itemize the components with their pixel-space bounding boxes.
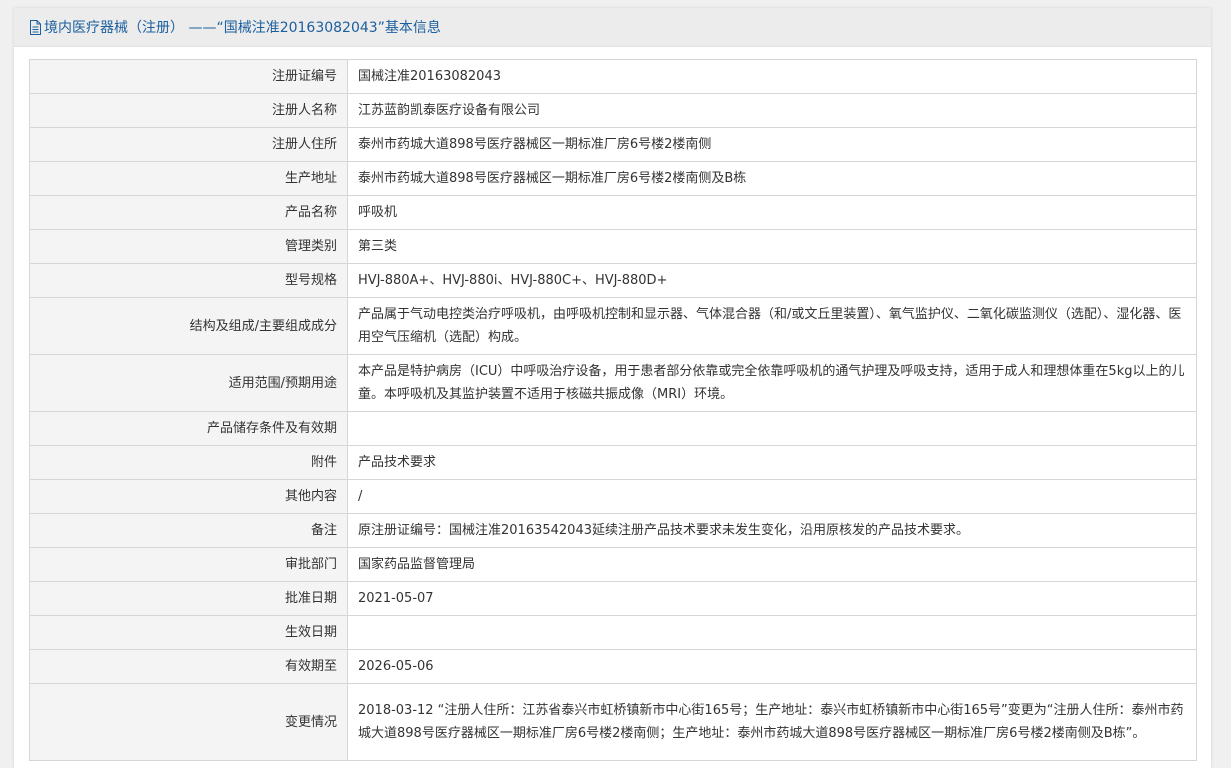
table-row: 注册证编号 国械注准20163082043 bbox=[29, 59, 1197, 94]
table-row: 注册人名称 江苏蓝韵凯泰医疗设备有限公司 bbox=[29, 93, 1197, 128]
row-value: 2021-05-07 bbox=[347, 581, 1197, 616]
info-table: 注册证编号 国械注准20163082043 注册人名称 江苏蓝韵凯泰医疗设备有限… bbox=[29, 59, 1197, 761]
row-value: 2026-05-06 bbox=[347, 649, 1197, 684]
row-value bbox=[347, 615, 1197, 650]
table-row: 附件 产品技术要求 bbox=[29, 445, 1197, 480]
table-row: 型号规格 HVJ-880A+、HVJ-880i、HVJ-880C+、HVJ-88… bbox=[29, 263, 1197, 298]
table-row: 注册人住所 泰州市药城大道898号医疗器械区一期标准厂房6号楼2楼南侧 bbox=[29, 127, 1197, 162]
row-value: 产品技术要求 bbox=[347, 445, 1197, 480]
table-row: 产品名称 呼吸机 bbox=[29, 195, 1197, 230]
row-label: 其他内容 bbox=[29, 479, 348, 514]
row-label: 批准日期 bbox=[29, 581, 348, 616]
row-value: 产品属于气动电控类治疗呼吸机，由呼吸机控制和显示器、气体混合器（和/或文丘里装置… bbox=[347, 297, 1197, 355]
row-label: 注册证编号 bbox=[29, 59, 348, 94]
table-row: 生产地址 泰州市药城大道898号医疗器械区一期标准厂房6号楼2楼南侧及B栋 bbox=[29, 161, 1197, 196]
panel-header: 境内医疗器械（注册） ——“国械注准20163082043”基本信息 bbox=[14, 8, 1211, 47]
row-value: 本产品是特护病房（ICU）中呼吸治疗设备，用于患者部分依靠或完全依靠呼吸机的通气… bbox=[347, 354, 1197, 412]
table-row: 生效日期 bbox=[29, 615, 1197, 650]
row-label: 注册人名称 bbox=[29, 93, 348, 128]
row-label: 管理类别 bbox=[29, 229, 348, 264]
row-value: 原注册证编号：国械注准20163542043延续注册产品技术要求未发生变化，沿用… bbox=[347, 513, 1197, 548]
info-panel: 境内医疗器械（注册） ——“国械注准20163082043”基本信息 注册证编号… bbox=[14, 8, 1211, 768]
row-label: 有效期至 bbox=[29, 649, 348, 684]
row-label: 生产地址 bbox=[29, 161, 348, 196]
row-label: 型号规格 bbox=[29, 263, 348, 298]
table-row: 结构及组成/主要组成成分 产品属于气动电控类治疗呼吸机，由呼吸机控制和显示器、气… bbox=[29, 297, 1197, 355]
row-label: 变更情况 bbox=[29, 683, 348, 761]
row-value: 第三类 bbox=[347, 229, 1197, 264]
row-value: 江苏蓝韵凯泰医疗设备有限公司 bbox=[347, 93, 1197, 128]
table-row: 备注 原注册证编号：国械注准20163542043延续注册产品技术要求未发生变化… bbox=[29, 513, 1197, 548]
row-label: 产品储存条件及有效期 bbox=[29, 411, 348, 446]
row-label: 结构及组成/主要组成成分 bbox=[29, 297, 348, 355]
row-value: 国械注准20163082043 bbox=[347, 59, 1197, 94]
table-row: 管理类别 第三类 bbox=[29, 229, 1197, 264]
row-value: / bbox=[347, 479, 1197, 514]
table-row: 批准日期 2021-05-07 bbox=[29, 581, 1197, 616]
row-value: 泰州市药城大道898号医疗器械区一期标准厂房6号楼2楼南侧 bbox=[347, 127, 1197, 162]
row-value: HVJ-880A+、HVJ-880i、HVJ-880C+、HVJ-880D+ bbox=[347, 263, 1197, 298]
row-value: 呼吸机 bbox=[347, 195, 1197, 230]
row-value: 2018-03-12 “注册人住所：江苏省泰兴市虹桥镇新市中心街165号；生产地… bbox=[347, 683, 1197, 761]
table-row: 产品储存条件及有效期 bbox=[29, 411, 1197, 446]
row-label: 生效日期 bbox=[29, 615, 348, 650]
row-value bbox=[347, 411, 1197, 446]
row-value: 泰州市药城大道898号医疗器械区一期标准厂房6号楼2楼南侧及B栋 bbox=[347, 161, 1197, 196]
page-title: 境内医疗器械（注册） ——“国械注准20163082043”基本信息 bbox=[44, 20, 441, 36]
table-row: 其他内容 / bbox=[29, 479, 1197, 514]
row-label: 产品名称 bbox=[29, 195, 348, 230]
table-row: 有效期至 2026-05-06 bbox=[29, 649, 1197, 684]
row-label: 备注 bbox=[29, 513, 348, 548]
table-row: 适用范围/预期用途 本产品是特护病房（ICU）中呼吸治疗设备，用于患者部分依靠或… bbox=[29, 354, 1197, 412]
row-label: 审批部门 bbox=[29, 547, 348, 582]
document-icon bbox=[29, 19, 42, 35]
row-label: 附件 bbox=[29, 445, 348, 480]
row-value: 国家药品监督管理局 bbox=[347, 547, 1197, 582]
table-row: 审批部门 国家药品监督管理局 bbox=[29, 547, 1197, 582]
row-label: 注册人住所 bbox=[29, 127, 348, 162]
row-label: 适用范围/预期用途 bbox=[29, 354, 348, 412]
table-row: 变更情况 2018-03-12 “注册人住所：江苏省泰兴市虹桥镇新市中心街165… bbox=[29, 683, 1197, 761]
